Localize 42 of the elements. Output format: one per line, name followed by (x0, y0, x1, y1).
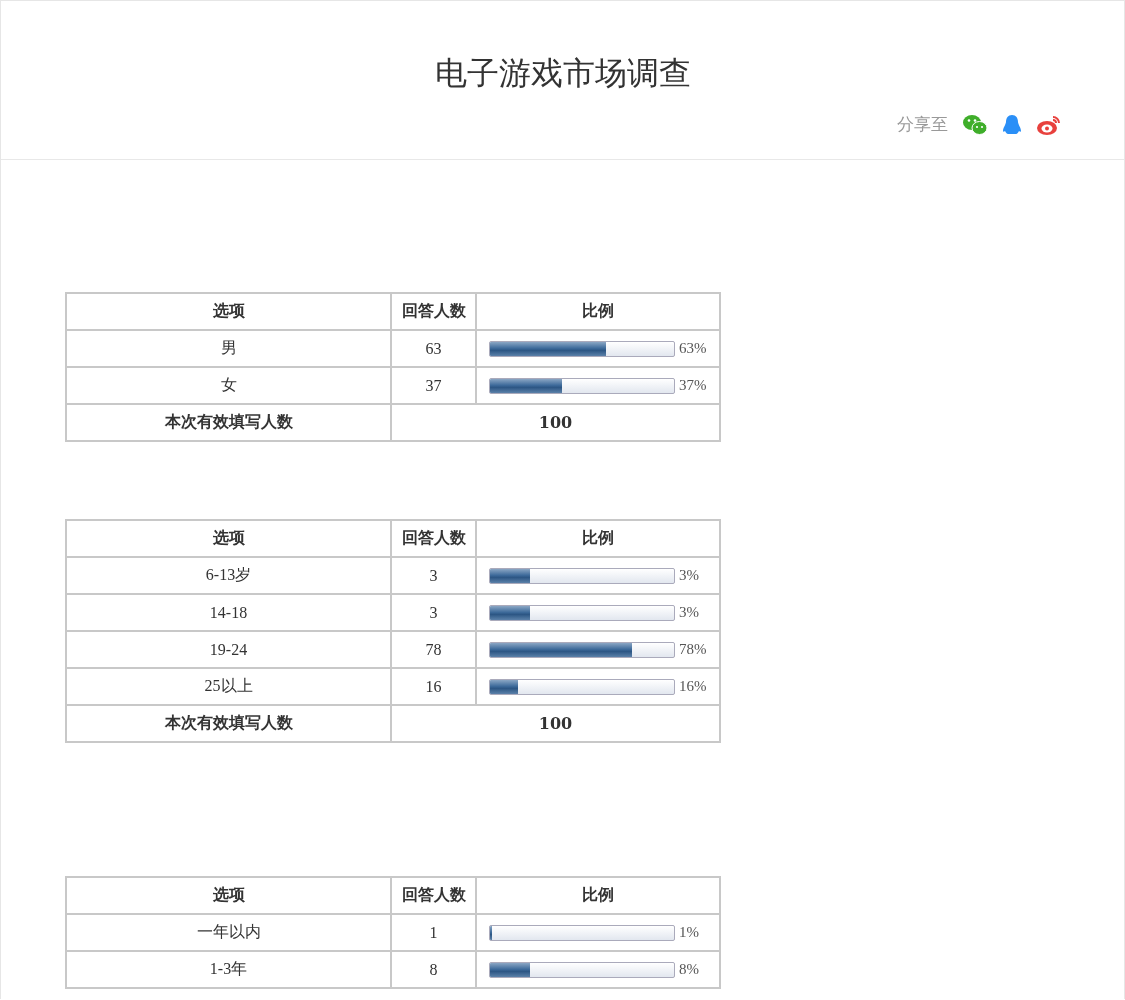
percent-label: 78% (679, 641, 707, 658)
option-cell: 25以上 (66, 668, 391, 705)
eye-swirl-icon[interactable] (1036, 113, 1062, 136)
percent-label: 37% (679, 377, 707, 394)
column-header: 比例 (476, 293, 720, 330)
column-header: 回答人数 (391, 520, 476, 557)
count-cell: 63 (391, 330, 476, 367)
total-cell: 100 (391, 705, 720, 742)
total-label-cell: 本次有效填写人数 (66, 705, 391, 742)
option-cell: 男 (66, 330, 391, 367)
count-cell: 37 (391, 367, 476, 404)
column-header: 选项 (66, 877, 391, 914)
count-cell: 1 (391, 914, 476, 951)
percent-label: 8% (679, 961, 700, 978)
option-cell: 1-3年 (66, 951, 391, 988)
column-header: 选项 (66, 293, 391, 330)
option-cell: 19-24 (66, 631, 391, 668)
column-header: 比例 (476, 520, 720, 557)
count-cell: 16 (391, 668, 476, 705)
percent-label: 16% (679, 678, 707, 695)
column-header: 回答人数 (391, 293, 476, 330)
percent-label: 63% (679, 340, 707, 357)
count-cell: 8 (391, 951, 476, 988)
option-cell: 6-13岁 (66, 557, 391, 594)
column-header: 回答人数 (391, 877, 476, 914)
chat-bubbles-icon[interactable] (962, 113, 988, 136)
percent-label: 1% (679, 924, 700, 941)
count-cell: 3 (391, 557, 476, 594)
share-label: 分享至 (897, 113, 948, 136)
penguin-icon[interactable] (1002, 113, 1022, 136)
column-header: 选项 (66, 520, 391, 557)
option-cell: 一年以内 (66, 914, 391, 951)
page-title: 电子游戏市场调查 (433, 53, 692, 93)
option-cell: 14-18 (66, 594, 391, 631)
count-cell: 3 (391, 594, 476, 631)
column-header: 比例 (476, 877, 720, 914)
percent-label: 3% (679, 604, 700, 621)
percent-label: 3% (679, 567, 700, 584)
total-cell: 100 (391, 404, 720, 441)
total-label-cell: 本次有效填写人数 (66, 404, 391, 441)
count-cell: 78 (391, 631, 476, 668)
option-cell: 女 (66, 367, 391, 404)
